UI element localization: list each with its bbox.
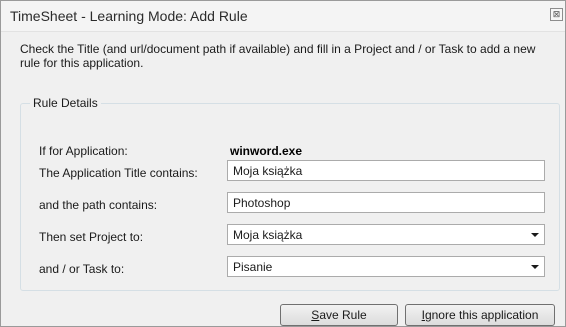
title-contains-label: The Application Title contains: (39, 166, 198, 180)
task-select[interactable]: Pisanie (227, 256, 545, 277)
close-icon[interactable]: ⊠ (550, 8, 563, 21)
title-contains-input[interactable]: Moja książka (227, 160, 545, 181)
rule-details-legend: Rule Details (30, 96, 101, 110)
ignore-application-button[interactable]: Ignore this application (405, 304, 555, 326)
project-selected-value: Moja książka (233, 228, 303, 242)
instructions-text: Check the Title (and url/document path i… (20, 42, 536, 70)
task-label: and / or Task to: (39, 262, 125, 276)
application-value: winword.exe (230, 144, 303, 158)
project-label: Then set Project to: (39, 230, 144, 244)
application-label: If for Application: (39, 144, 128, 158)
add-rule-dialog: TimeSheet - Learning Mode: Add Rule ⊠ Ch… (0, 0, 566, 327)
path-contains-value: Photoshop (233, 196, 291, 210)
save-rule-label: ave Rule (319, 308, 367, 322)
task-selected-value: Pisanie (233, 260, 273, 274)
chevron-down-icon[interactable] (531, 233, 539, 237)
chevron-down-icon[interactable] (531, 265, 539, 269)
project-select[interactable]: Moja książka (227, 224, 545, 245)
title-contains-value: Moja książka (233, 164, 303, 178)
window-title: TimeSheet - Learning Mode: Add Rule (10, 8, 248, 24)
save-rule-button[interactable]: Save Rule (280, 304, 398, 326)
path-contains-label: and the path contains: (39, 198, 158, 212)
title-bar: TimeSheet - Learning Mode: Add Rule ⊠ (1, 1, 565, 32)
ignore-application-label: gnore this application (424, 308, 539, 322)
path-contains-input[interactable]: Photoshop (227, 192, 545, 213)
